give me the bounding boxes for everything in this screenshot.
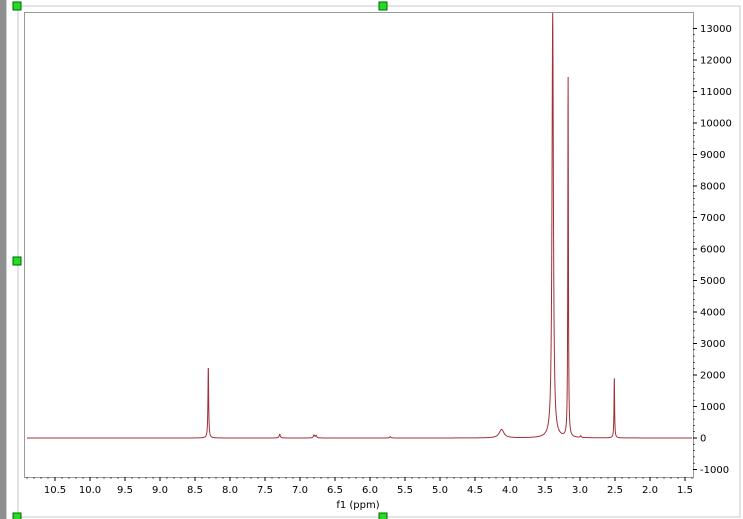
window-left-border [0,0,6,519]
resize-handle-top-left[interactable] [12,1,22,11]
x-tick-label: 7.5 [257,485,273,496]
y-tick-label: 8000 [700,182,725,193]
x-axis: 10.5 10.0 9.5 9.0 8.5 8.0 7.5 7.0 6.5 6.0 5.5 5.0 4.… [26,477,693,496]
x-tick-label: 6.5 [327,485,343,496]
y-tick-label: 4000 [700,308,725,319]
x-tick-label: 2.5 [607,485,623,496]
x-tick-label: 6.0 [362,485,378,496]
x-tick-label: 10.0 [79,485,101,496]
x-tick-label: 9.5 [117,485,133,496]
y-tick-label: 12000 [700,56,732,67]
y-tick-label: 13000 [700,24,732,35]
resize-handle-bottom-left[interactable] [12,512,22,519]
y-tick-label: 10000 [700,119,732,130]
y-tick-label: 6000 [700,245,725,256]
x-tick-label: 8.5 [187,485,203,496]
x-tick-label: 5.5 [397,485,413,496]
y-tick-label: 1000 [700,402,725,413]
x-tick-label: 9.0 [152,485,168,496]
x-axis-title: f1 (ppm) [336,500,379,511]
window-left-border-highlight [6,0,7,519]
y-tick-label: 0 [700,434,706,445]
x-tick-label: 1.5 [677,485,693,496]
y-tick-label: 5000 [700,276,725,287]
resize-handle-top-center[interactable] [378,1,388,11]
x-tick-label: 3.5 [537,485,553,496]
x-tick-label: 4.0 [502,485,518,496]
y-tick-label: 11000 [700,87,732,98]
y-tick-label: 9000 [700,150,725,161]
spectrum-line [27,12,692,439]
resize-handle-middle-left[interactable] [12,256,22,266]
y-tick-label: 7000 [700,213,725,224]
y-tick-label: -1000 [700,465,729,476]
selection-frame[interactable] [17,5,741,518]
x-tick-label: 3.0 [572,485,588,496]
y-axis: 1300012000110001000090008000700060005000… [693,24,732,476]
spectrum-chart: 10.5 10.0 9.5 9.0 8.5 8.0 7.5 7.0 6.5 6.0 5.5 5.0 4.… [0,0,741,519]
x-tick-label: 5.0 [432,485,448,496]
plot-frame [24,12,694,478]
x-tick-label: 4.5 [467,485,483,496]
x-tick-label: 2.0 [642,485,658,496]
x-tick-label: 8.0 [222,485,238,496]
x-tick-label: 7.0 [292,485,308,496]
y-tick-label: 2000 [700,371,725,382]
resize-handle-bottom-center[interactable] [378,512,388,519]
y-tick-label: 3000 [700,339,725,350]
x-tick-label: 10.5 [44,485,66,496]
